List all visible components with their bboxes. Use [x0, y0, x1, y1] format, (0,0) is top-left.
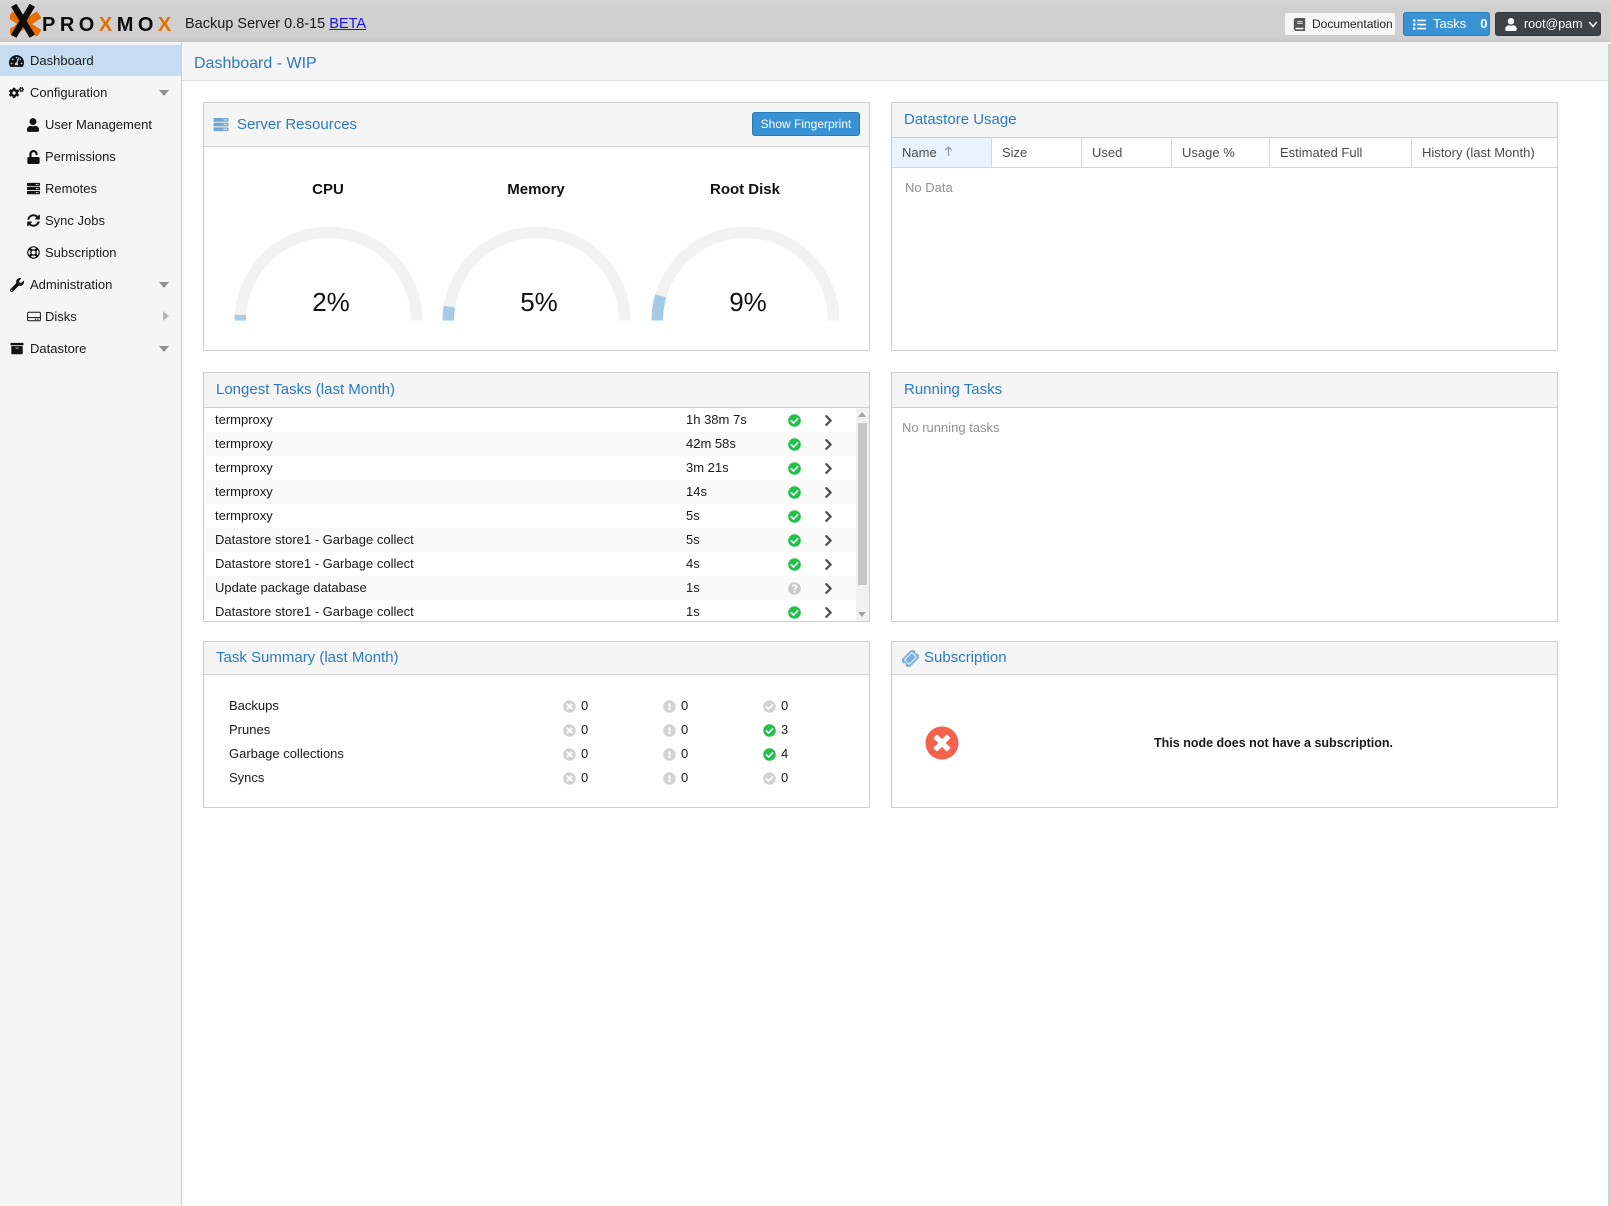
svg-text:PROXMOX: PROXMOX	[42, 14, 176, 36]
